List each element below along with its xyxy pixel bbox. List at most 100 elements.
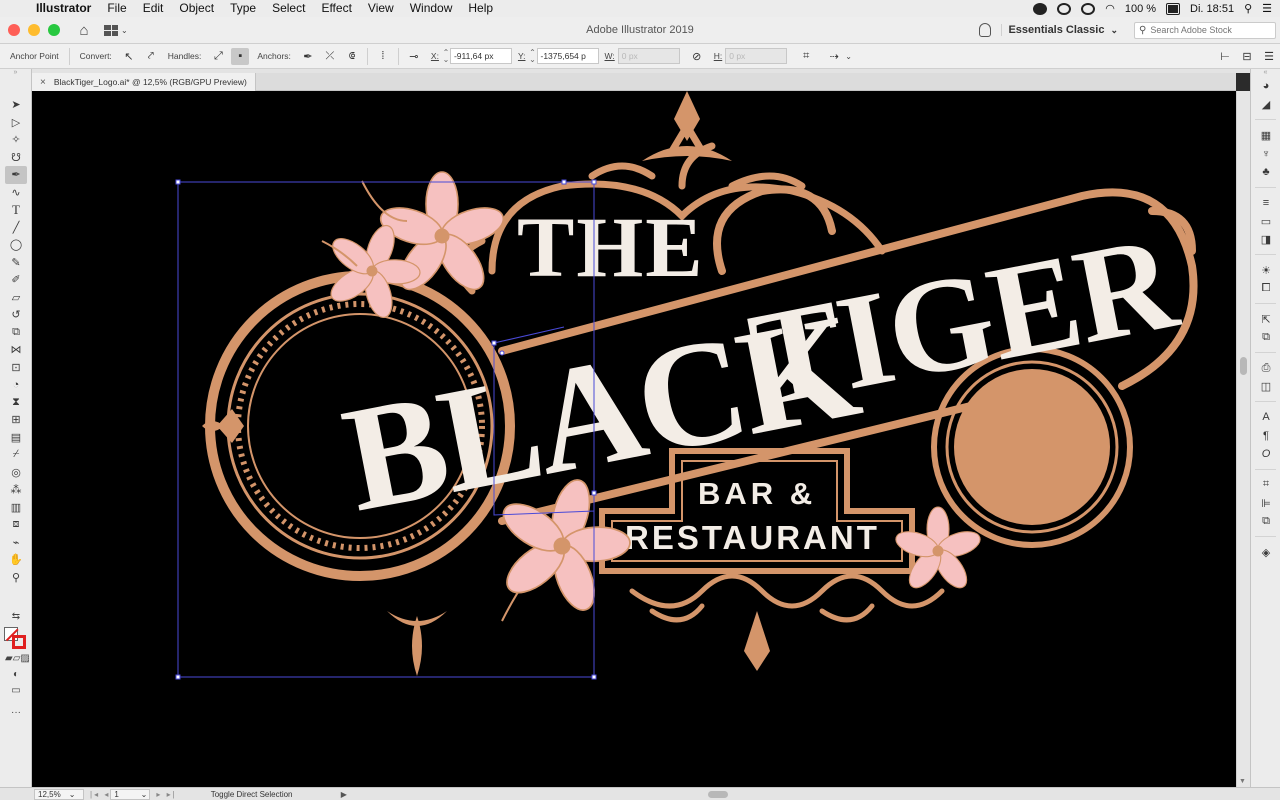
cut-path-icon[interactable]: ⟃: [343, 48, 361, 65]
width-icon[interactable]: ⋈: [5, 341, 27, 359]
reference-point-icon[interactable]: ⁞: [374, 48, 392, 65]
scroll-down-icon[interactable]: ▼: [1239, 778, 1246, 785]
creative-cloud-icon[interactable]: [1033, 2, 1048, 15]
menu-help[interactable]: Help: [460, 0, 501, 17]
stroke-icon[interactable]: ≡: [1251, 194, 1280, 213]
blend-icon[interactable]: ◎: [5, 464, 27, 482]
document-tab[interactable]: × BlackTiger_Logo.ai* @ 12,5% (RGB/GPU P…: [32, 73, 256, 91]
status-circle-icon[interactable]: [1081, 2, 1096, 15]
home-icon[interactable]: ⌂: [74, 22, 94, 39]
vertical-scrollbar[interactable]: ▼: [1236, 91, 1250, 787]
symbol-sprayer-icon[interactable]: ⁂: [5, 481, 27, 499]
more-tools-icon[interactable]: ···: [5, 707, 27, 718]
x-stepper-icon[interactable]: ⌃ ⌄: [442, 49, 450, 64]
graphic-styles-icon[interactable]: ⧠: [1251, 280, 1280, 299]
brushes-icon[interactable]: ♆: [1251, 145, 1280, 164]
color-guide-icon[interactable]: ◢: [1251, 96, 1280, 115]
gradient-panel-icon[interactable]: ▭: [1251, 212, 1280, 231]
x-field[interactable]: -911,64 px: [449, 48, 512, 64]
sync-icon[interactable]: [1057, 2, 1072, 15]
remove-anchor-icon[interactable]: ✒: [299, 48, 317, 65]
menu-effect[interactable]: Effect: [313, 0, 359, 17]
menu-edit[interactable]: Edit: [135, 0, 172, 17]
connect-anchors-icon[interactable]: ⤫: [321, 48, 339, 65]
hide-handles-icon[interactable]: ▪: [231, 47, 250, 65]
align-left-icon[interactable]: ⊢: [1216, 48, 1234, 65]
color-mode-icons[interactable]: ▰▱▨: [5, 653, 30, 664]
menu-list-icon[interactable]: ☰: [1262, 2, 1272, 15]
clock[interactable]: Di. 18:51: [1190, 3, 1234, 15]
scroll-thumb[interactable]: [1240, 357, 1247, 375]
image-trace-icon[interactable]: ⎙: [1251, 359, 1280, 378]
character-icon[interactable]: A: [1251, 408, 1280, 427]
battery-percent[interactable]: 100 %: [1125, 3, 1156, 15]
appearance-icon[interactable]: ☀: [1251, 261, 1280, 280]
align-icon[interactable]: ⇢: [825, 48, 843, 65]
scale-icon[interactable]: ⧉: [5, 324, 27, 342]
curvature-icon[interactable]: ∿: [5, 184, 27, 202]
panel-menu-icon[interactable]: ☰: [1260, 48, 1278, 65]
align-icon[interactable]: ⊫: [1251, 494, 1280, 513]
wifi-icon[interactable]: ◠: [1105, 2, 1115, 15]
scroll-thumb[interactable]: [708, 791, 728, 798]
paragraph-icon[interactable]: ¶: [1251, 427, 1280, 446]
swap-fill-stroke-icon[interactable]: ⇆: [5, 611, 27, 622]
free-transform-icon[interactable]: ⊡: [5, 359, 27, 377]
adobe-stock-search[interactable]: ⚲: [1134, 21, 1276, 39]
distribute-icon[interactable]: ⊟: [1238, 48, 1256, 65]
lightbulb-icon[interactable]: [979, 23, 992, 37]
gradient-icon[interactable]: ▤: [5, 429, 27, 447]
slice-icon[interactable]: ⌁: [5, 534, 27, 552]
export-icon[interactable]: ⇱: [1251, 310, 1280, 329]
menu-file[interactable]: File: [99, 0, 134, 17]
artboard-icon[interactable]: ⧈: [5, 516, 27, 534]
layers-icon[interactable]: ◈: [1251, 543, 1280, 562]
menu-window[interactable]: Window: [402, 0, 461, 17]
hand-icon[interactable]: ✋: [5, 551, 27, 569]
eraser-icon[interactable]: ▱: [5, 289, 27, 307]
rotate-icon[interactable]: ↺: [5, 306, 27, 324]
battery-icon[interactable]: [1166, 2, 1181, 15]
status-menu-icon[interactable]: ▶: [341, 790, 347, 799]
transparency-icon[interactable]: ◨: [1251, 231, 1280, 250]
menu-select[interactable]: Select: [264, 0, 313, 17]
color-icon[interactable]: ◕: [1251, 77, 1280, 96]
shape-builder-icon[interactable]: ◔: [5, 376, 27, 394]
spotlight-icon[interactable]: ⚲: [1244, 2, 1252, 15]
line-icon[interactable]: ╱: [5, 219, 27, 237]
convert-to-smooth-icon[interactable]: ⤤: [142, 48, 160, 65]
zoom-icon[interactable]: ⚲: [5, 569, 27, 587]
direct-selection-icon[interactable]: ▷: [5, 114, 27, 132]
close-tab-icon[interactable]: ×: [40, 77, 46, 88]
y-field[interactable]: -1375,654 p: [536, 48, 599, 64]
ellipse-icon[interactable]: ◯: [5, 236, 27, 254]
stroke-icon[interactable]: [12, 635, 26, 649]
chevron-down-icon[interactable]: ⌄: [845, 52, 852, 61]
artboard-prev-icons[interactable]: |◂ ◂: [90, 790, 110, 799]
shaper-icon[interactable]: ✐: [5, 271, 27, 289]
symbols-icon[interactable]: ♣: [1251, 163, 1280, 182]
workspace-switcher[interactable]: Essentials Classic ⌄: [1001, 24, 1124, 36]
pen-icon[interactable]: ✒: [5, 166, 27, 184]
transform-icon[interactable]: ⌗: [1251, 476, 1280, 495]
stock-search-input[interactable]: [1150, 25, 1261, 35]
artboard-select[interactable]: 1 ⌄: [110, 788, 151, 800]
type-icon[interactable]: T: [5, 201, 27, 219]
convert-to-corner-icon[interactable]: ↖: [120, 48, 138, 65]
y-stepper-icon[interactable]: ⌃ ⌄: [529, 49, 537, 64]
menu-object[interactable]: Object: [171, 0, 222, 17]
opentype-icon[interactable]: O: [1251, 445, 1280, 464]
close-window-icon[interactable]: [8, 24, 20, 36]
swatches-icon[interactable]: ▦: [1251, 126, 1280, 145]
status-text[interactable]: Toggle Direct Selection: [207, 790, 327, 799]
pathfinder-icon[interactable]: ⧉: [1251, 513, 1280, 532]
control-mode-label[interactable]: Anchor Point: [4, 51, 65, 61]
show-handles-icon[interactable]: ⤢: [209, 48, 227, 65]
zoom-select[interactable]: 12,5% ⌄: [34, 788, 84, 800]
transform-icon[interactable]: ⌗: [797, 48, 815, 65]
fill-stroke-swatch[interactable]: [4, 627, 28, 651]
column-graph-icon[interactable]: ▥: [5, 499, 27, 517]
selection-icon[interactable]: ➤: [5, 96, 27, 114]
constrain-proportions-icon[interactable]: ⊘: [688, 48, 706, 65]
panel-grip-icon[interactable]: »: [0, 69, 31, 77]
